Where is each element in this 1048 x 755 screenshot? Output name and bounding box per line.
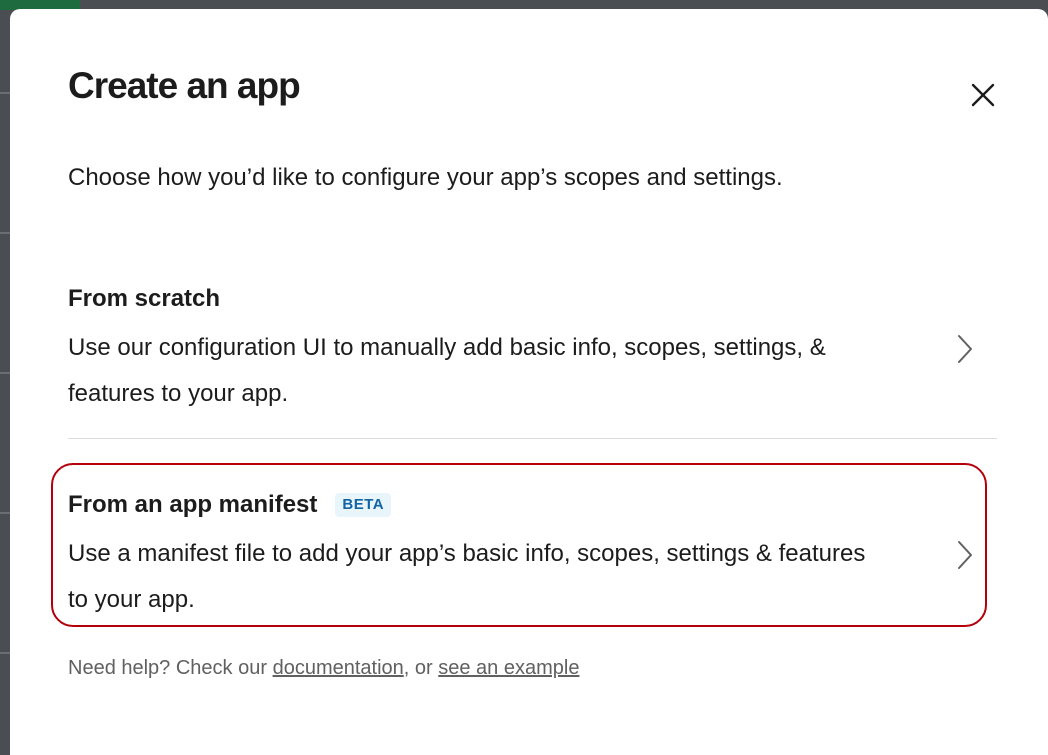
- beta-badge: BETA: [335, 493, 392, 517]
- option-from-app-manifest[interactable]: From an app manifest BETA Use a manifest…: [68, 487, 998, 627]
- help-middle: , or: [403, 657, 439, 679]
- close-icon: [971, 83, 995, 107]
- option-title-row: From scratch: [68, 281, 998, 317]
- option-description: Use our configuration UI to manually add…: [68, 334, 826, 407]
- option-title: From scratch: [68, 285, 221, 312]
- help-prefix: Need help? Check our: [68, 657, 273, 679]
- documentation-link[interactable]: documentation: [273, 657, 404, 679]
- chevron-right-icon: [950, 329, 980, 369]
- create-app-modal: Create an app Choose how you’d like to c…: [10, 9, 1048, 755]
- modal-subtitle: Choose how you’d like to configure your …: [68, 164, 783, 191]
- modal-title: Create an app: [68, 65, 301, 106]
- background-sidebar: [0, 0, 10, 755]
- see-an-example-link[interactable]: see an example: [438, 657, 579, 679]
- option-from-scratch[interactable]: From scratch Use our configuration UI to…: [68, 281, 998, 421]
- option-title: From an app manifest: [68, 491, 318, 518]
- close-button[interactable]: [961, 73, 1005, 117]
- divider: [68, 438, 997, 439]
- modal-header: Create an app: [68, 65, 1018, 125]
- help-text: Need help? Check our documentation, or s…: [68, 657, 579, 680]
- option-title-row: From an app manifest BETA: [68, 487, 998, 523]
- chevron-right-icon: [950, 535, 980, 575]
- option-description: Use a manifest file to add your app’s ba…: [68, 540, 866, 613]
